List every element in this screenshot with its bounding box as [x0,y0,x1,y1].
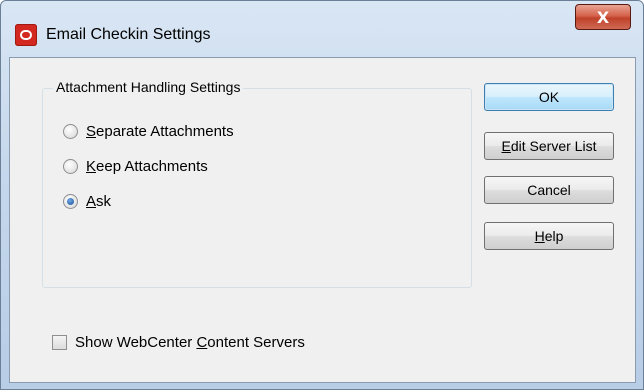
edit-server-list-button[interactable]: Edit Server List [484,132,614,160]
oracle-logo-icon [15,24,37,46]
dialog-window: Email Checkin Settings X Attachment Hand… [0,0,644,390]
radio-button-icon[interactable] [63,159,78,174]
cancel-button[interactable]: Cancel [484,176,614,204]
dialog-body: Attachment Handling Settings Separate At… [9,57,636,383]
radio-keep-attachments[interactable]: Keep Attachments [63,158,208,175]
help-button[interactable]: Help [484,222,614,250]
ok-button[interactable]: OK [484,83,614,111]
radio-separate-attachments[interactable]: Separate Attachments [63,123,234,140]
radio-ask[interactable]: Ask [63,193,111,210]
window-title: Email Checkin Settings [46,26,211,43]
group-legend: Attachment Handling Settings [53,79,244,95]
show-webcenter-content-servers-checkbox[interactable]: Show WebCenter Content Servers [52,334,305,351]
radio-label-separate-attachments: Separate Attachments [86,123,234,140]
checkbox-icon[interactable] [52,335,67,350]
checkbox-label: Show WebCenter Content Servers [75,334,305,351]
title-bar[interactable]: Email Checkin Settings X [1,1,643,57]
close-icon: X [596,7,610,27]
radio-label-keep-attachments: Keep Attachments [86,158,208,175]
radio-label-ask: Ask [86,193,112,210]
close-button[interactable]: X [575,4,631,30]
attachment-handling-group: Attachment Handling Settings Separate At… [42,79,472,288]
radio-button-selected-icon[interactable] [63,194,78,209]
radio-button-icon[interactable] [63,124,78,139]
